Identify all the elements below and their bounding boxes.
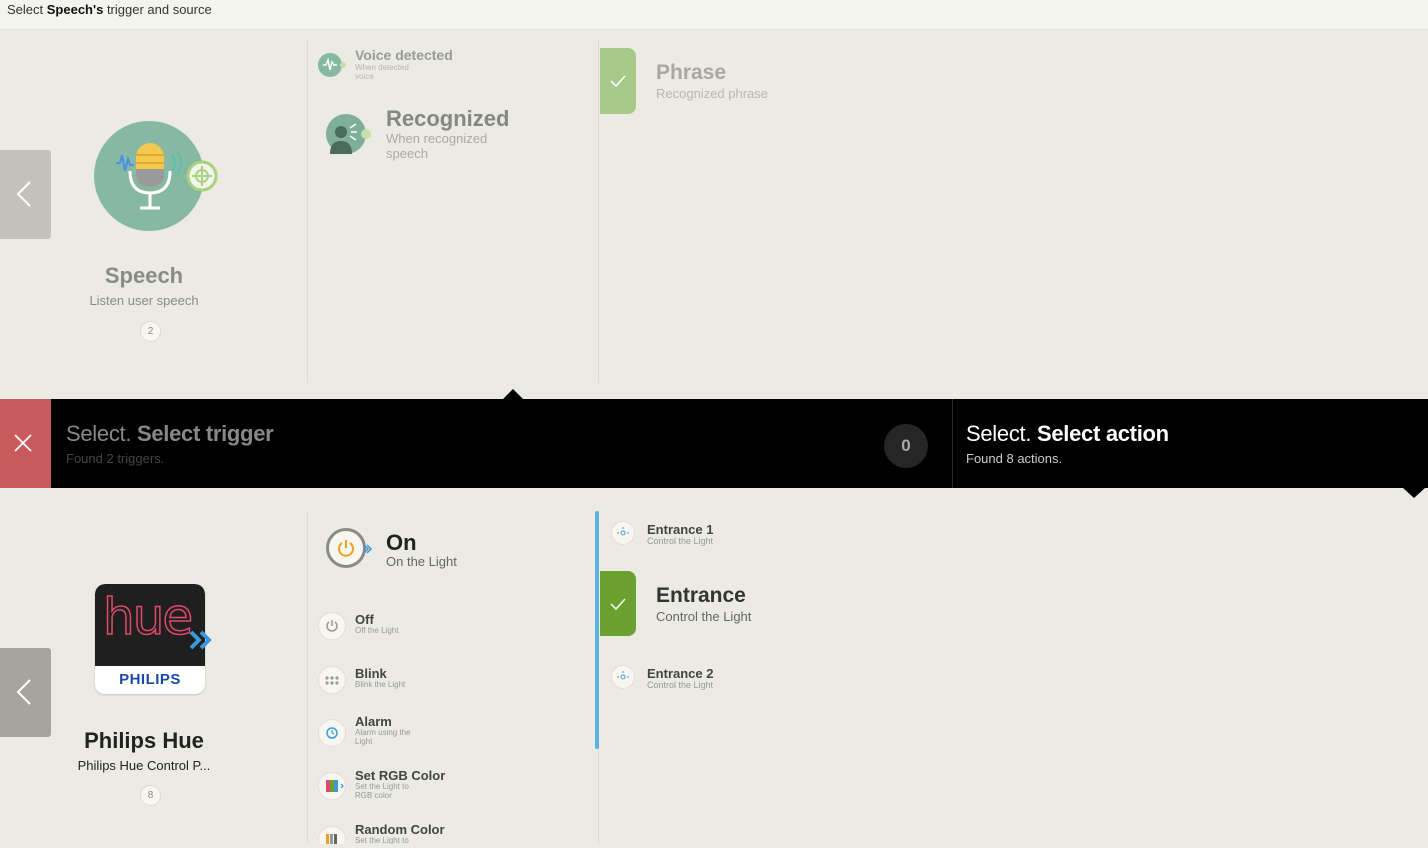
column-divider (598, 40, 599, 383)
action-subtitle: Set the Light to (355, 836, 409, 844)
header-text: Select Speech's trigger and source (7, 2, 212, 17)
target-subtitle: Control the Light (647, 680, 714, 690)
trigger-option-subtitle: Recognized phrase (656, 86, 769, 101)
chevron-left-icon (16, 679, 31, 705)
action-prev-button[interactable] (0, 648, 51, 737)
target-entrance-1[interactable]: Entrance 1 Control the Light (611, 521, 871, 551)
action-title: Alarm (355, 714, 392, 729)
action-random-color[interactable]: Random Color Set the Light to (318, 822, 578, 844)
action-subtitle: Blink the Light (355, 680, 406, 689)
philips-hue-logo[interactable]: hue PHILIPS (95, 584, 219, 696)
action-subtitle: Alarm using the Light (355, 728, 411, 746)
checkmark-icon (610, 75, 626, 88)
select-trigger-subtitle: Found 2 triggers. (66, 451, 165, 466)
target-title: Entrance 2 (647, 666, 714, 681)
action-title: Random Color (355, 822, 445, 837)
random-color-icon (318, 826, 346, 844)
action-off[interactable]: Off Off the Light (318, 612, 578, 652)
selection-bar: Select. Select trigger Found 2 triggers.… (0, 399, 1428, 488)
action-pointer (1403, 488, 1425, 498)
action-title: Off (355, 612, 374, 627)
microphone-icon (94, 121, 218, 231)
action-subtitle: Set the Light to RGB color (355, 782, 409, 800)
power-off-icon (318, 612, 346, 640)
selected-trigger-count: 0 (884, 424, 928, 468)
target-entrance-2[interactable]: Entrance 2 Control the Light (611, 665, 871, 695)
bar-divider (952, 399, 953, 488)
target-title: Entrance (656, 584, 746, 607)
action-alarm[interactable]: Alarm Alarm using the Light (318, 714, 578, 754)
select-trigger-title: Select. Select trigger (66, 421, 274, 446)
trigger-event-subtitle: When detected voice (355, 63, 409, 81)
trigger-prev-button[interactable] (0, 150, 51, 239)
select-action-subtitle: Found 8 actions. (966, 451, 1063, 466)
checkmark-icon (610, 598, 626, 611)
chevron-left-icon (16, 181, 31, 207)
action-blink[interactable]: Blink Blink the Light (318, 666, 578, 706)
philips-wordmark: PHILIPS (119, 671, 181, 688)
speech-device-icon[interactable] (94, 121, 218, 231)
voice-wave-icon (318, 53, 346, 77)
blink-dots-icon (318, 666, 346, 694)
action-title: Blink (355, 666, 387, 681)
trigger-event-title: Recognized (386, 106, 510, 131)
action-subtitle: On the Light (386, 554, 457, 569)
light-bulb-icon (611, 521, 635, 545)
header-device-name: Speech's (46, 2, 104, 17)
trigger-device-name: Speech (104, 263, 184, 288)
chevron-double-right-icon (189, 630, 212, 650)
column-divider (307, 512, 308, 844)
trigger-voice-detected[interactable]: Voice detected When detected voice (318, 47, 588, 83)
target-subtitle: Control the Light (647, 536, 714, 546)
action-subtitle: Off the Light (355, 626, 399, 635)
trigger-device-description: Listen user speech (89, 293, 199, 308)
action-title: On (386, 530, 417, 555)
trigger-event-subtitle: When recognized speech (386, 131, 488, 161)
trigger-option-phrase[interactable]: Phrase Recognized phrase (656, 61, 906, 101)
actions-scrollbar[interactable] (595, 511, 599, 749)
trigger-recognized[interactable]: Recognized When recognized speech (326, 106, 596, 162)
header-bar: Select Speech's trigger and source (0, 0, 1428, 30)
action-count-badge: 8 (140, 785, 161, 806)
alarm-clock-icon (318, 719, 346, 747)
action-set-rgb-color[interactable]: Set RGB Color Set the Light to RGB color (318, 768, 578, 808)
close-button[interactable] (0, 399, 51, 488)
entrance-checkbox[interactable] (600, 571, 636, 636)
speaking-person-icon (326, 114, 371, 154)
light-bulb-icon (611, 665, 635, 689)
hue-wordmark: hue (102, 587, 194, 647)
trigger-count-badge: 2 (140, 321, 161, 342)
column-divider (307, 40, 308, 383)
rgb-palette-icon (318, 772, 346, 800)
trigger-option-title: Phrase (656, 61, 727, 84)
power-icon (326, 528, 373, 568)
select-action-title: Select. Select action (966, 421, 1169, 446)
action-device-info: Philips Hue Philips Hue Control P... (44, 728, 244, 773)
action-device-name: Philips Hue (84, 728, 204, 753)
target-entrance[interactable]: Entrance Control the Light (656, 584, 906, 624)
trigger-device-info: Speech Listen user speech (44, 263, 244, 308)
action-on[interactable]: On On the Light (326, 528, 586, 574)
close-icon (14, 434, 32, 452)
action-device-description: Philips Hue Control P... (77, 758, 211, 773)
trigger-event-title: Voice detected (355, 47, 453, 63)
action-title: Set RGB Color (355, 768, 446, 783)
phrase-checkbox[interactable] (600, 48, 636, 114)
target-title: Entrance 1 (647, 522, 714, 537)
target-subtitle: Control the Light (656, 609, 752, 624)
